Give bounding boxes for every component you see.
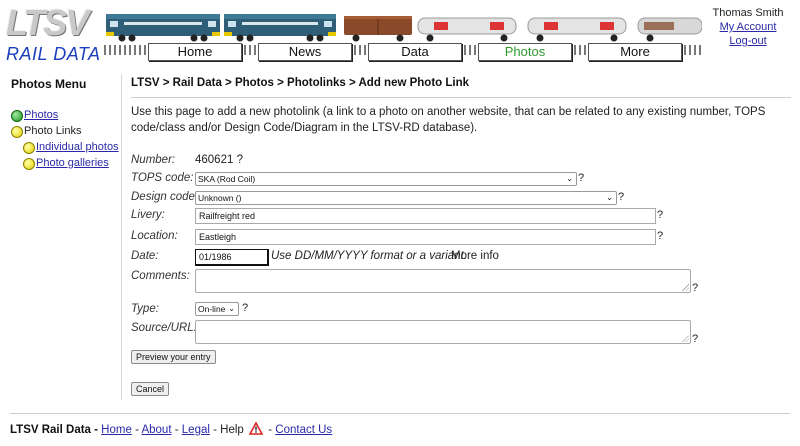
date-input[interactable]: 01/1986 [195, 249, 269, 266]
warning-icon[interactable] [249, 422, 264, 435]
footer-site-name: LTSV Rail Data - [10, 424, 98, 436]
number-value: 460621 ? [195, 154, 243, 166]
menu-item-photos[interactable]: Photos [10, 107, 122, 123]
footer-separator: - [268, 424, 273, 436]
date-format-hint: Use DD/MM/YYYY format or a variant. [271, 250, 467, 262]
menu-link-individual-photos[interactable]: Individual photos [36, 139, 119, 155]
footer-help-label: Help [220, 424, 244, 436]
footer-separator: - [213, 424, 217, 436]
site-logo[interactable]: LTSV RAIL DATA [4, 2, 104, 64]
tops-help-mark[interactable]: ? [578, 172, 584, 184]
chevron-down-icon: ⌄ [606, 193, 613, 202]
menu-divider [121, 74, 122, 400]
resize-grip-icon[interactable] [682, 284, 689, 291]
green-bullet-icon [11, 110, 23, 122]
chevron-down-icon: ⌄ [566, 174, 573, 183]
nav-home[interactable]: Home [148, 43, 242, 61]
source-help-mark[interactable]: ? [692, 333, 698, 345]
menu-title: Photos Menu [11, 77, 87, 91]
photos-menu: Photos Menu Photos Photo Links Individua… [10, 74, 122, 171]
nav-photos[interactable]: Photos [478, 43, 572, 61]
location-input[interactable]: Eastleigh [195, 229, 656, 245]
number-row: Number: 460621 ? [131, 152, 531, 170]
logo-text: LTSV [6, 2, 89, 43]
livery-row: Livery: Railfreight red ? [131, 207, 671, 225]
date-more-info-link[interactable]: More info [451, 250, 499, 262]
footer-about-link[interactable]: About [141, 424, 171, 436]
comments-help-mark[interactable]: ? [692, 282, 698, 294]
tops-row: TOPS code: SKA (Rod Coil) ⌄ ? [131, 170, 631, 188]
menu-item-photo-galleries[interactable]: Photo galleries [10, 155, 122, 171]
menu-link-photos[interactable]: Photos [24, 107, 58, 123]
site-header: LTSV RAIL DATA Home News Data Photos Mor… [0, 0, 800, 66]
design-code-select[interactable]: Unknown () ⌄ [195, 191, 617, 205]
type-select[interactable]: On-line ⌄ [195, 302, 239, 316]
comments-textarea[interactable] [195, 269, 691, 293]
main-content: LTSV > Rail Data > Photos > Photolinks >… [131, 74, 791, 396]
type-help-mark[interactable]: ? [242, 302, 248, 314]
menu-item-individual-photos[interactable]: Individual photos [10, 139, 122, 155]
source-url-textarea[interactable] [195, 320, 691, 344]
logo-subtitle: RAIL DATA [6, 44, 101, 64]
breadcrumb-divider [131, 97, 791, 98]
type-label: Type: [131, 303, 159, 315]
nav-more[interactable]: More [588, 43, 682, 61]
my-account-link[interactable]: My Account [720, 21, 777, 33]
site-footer: LTSV Rail Data - Home - About - Legal - … [10, 422, 332, 436]
livery-help-mark[interactable]: ? [657, 209, 663, 221]
menu-label-photo-links: Photo Links [24, 125, 82, 137]
yellow-bullet-icon [23, 158, 35, 170]
train-banner-image [106, 14, 702, 42]
date-row: Date: 01/1986 Use DD/MM/YYYY format or a… [131, 248, 691, 266]
breadcrumb: LTSV > Rail Data > Photos > Photolinks >… [131, 77, 470, 89]
menu-link-photo-galleries[interactable]: Photo galleries [36, 155, 109, 171]
footer-contact-link[interactable]: Contact Us [275, 424, 332, 436]
date-label: Date: [131, 250, 159, 262]
footer-separator: - [135, 424, 139, 436]
resize-grip-icon[interactable] [682, 335, 689, 342]
location-row: Location: Eastleigh ? [131, 228, 671, 246]
number-label: Number: [131, 154, 176, 166]
footer-separator: - [174, 424, 179, 436]
chevron-down-icon: ⌄ [228, 304, 235, 313]
tops-code-select[interactable]: SKA (Rod Coil) ⌄ [195, 172, 577, 186]
menu-item-photo-links: Photo Links [10, 123, 122, 139]
main-nav: Home News Data Photos More [104, 43, 702, 63]
footer-home-link[interactable]: Home [101, 424, 132, 436]
footer-legal-link[interactable]: Legal [182, 424, 210, 436]
cancel-button[interactable]: Cancel [131, 382, 170, 396]
design-label: Design code: [131, 191, 199, 203]
livery-input[interactable]: Railfreight red [195, 208, 656, 224]
intro-text: Use this page to add a new photolink (a … [131, 106, 766, 134]
design-help-mark[interactable]: ? [618, 191, 624, 203]
nav-data[interactable]: Data [368, 43, 462, 61]
location-help-mark[interactable]: ? [657, 230, 663, 242]
source-label: Source/URL: [131, 322, 197, 334]
nav-news[interactable]: News [258, 43, 352, 61]
tops-label: TOPS code: [131, 172, 194, 184]
source-row: Source/URL: ? [131, 320, 711, 348]
design-code-value: Unknown () [198, 193, 242, 203]
user-panel: Thomas Smith My Account Log-out [700, 6, 796, 48]
comments-row: Comments: ? [131, 268, 711, 296]
preview-entry-button[interactable]: Preview your entry [131, 350, 216, 364]
livery-label: Livery: [131, 209, 165, 221]
type-value: On-line [198, 304, 226, 314]
yellow-bullet-icon [23, 142, 35, 154]
type-row: Type: On-line ⌄ ? [131, 301, 431, 319]
footer-divider [10, 413, 790, 414]
user-name: Thomas Smith [712, 7, 784, 19]
design-row: Design code: Unknown () ⌄ ? [131, 189, 651, 207]
logout-link[interactable]: Log-out [729, 35, 766, 47]
comments-label: Comments: [131, 270, 190, 282]
location-label: Location: [131, 230, 178, 242]
tops-code-value: SKA (Rod Coil) [198, 174, 256, 184]
yellow-bullet-icon [11, 126, 23, 138]
